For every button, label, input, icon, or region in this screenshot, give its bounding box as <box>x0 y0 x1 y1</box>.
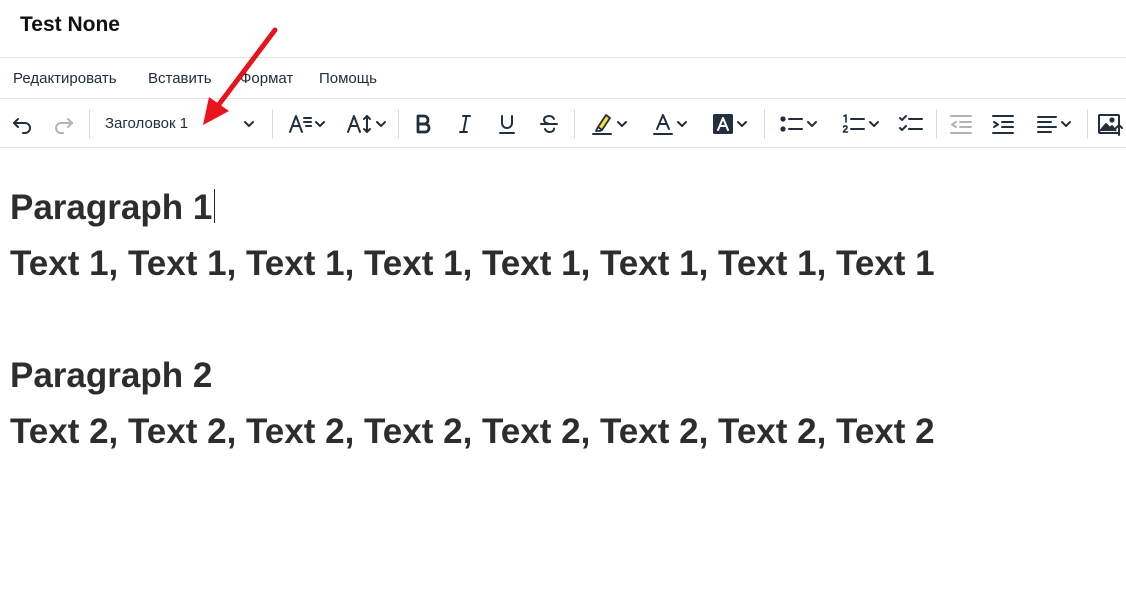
strikethrough-button[interactable] <box>532 108 566 140</box>
menu-help[interactable]: Помощь <box>319 70 377 87</box>
highlight-color-icon <box>592 114 612 135</box>
align-button[interactable] <box>1028 108 1080 140</box>
text-color-button[interactable] <box>644 108 696 140</box>
image-icon <box>1098 114 1123 136</box>
bullet-list-icon <box>780 116 803 132</box>
bullet-list-button[interactable] <box>772 108 826 140</box>
menubar: Редактировать Вставить Формат Помощь <box>0 59 1126 99</box>
chevron-down-icon <box>376 121 386 127</box>
font-family-button[interactable] <box>280 108 334 140</box>
chevron-down-icon <box>677 121 687 127</box>
chevron-down-icon <box>737 121 747 127</box>
heading-paragraph-1[interactable]: Paragraph 1 <box>10 188 216 228</box>
font-size-icon <box>347 115 371 133</box>
toolbar: Заголовок 1 <box>0 100 1126 148</box>
checklist-icon <box>899 115 923 131</box>
align-icon <box>1037 116 1057 133</box>
highlight-color-button[interactable] <box>582 108 636 140</box>
editor-content[interactable]: Paragraph 1 Text 1, Text 1, Text 1, Text… <box>0 149 1126 590</box>
toolbar-separator <box>764 109 765 139</box>
title-bar: Test None <box>0 0 1126 58</box>
toolbar-separator <box>936 109 937 139</box>
toolbar-separator <box>1087 109 1088 139</box>
font-family-icon <box>289 115 312 133</box>
font-size-button[interactable] <box>340 108 394 140</box>
text-color-icon <box>653 114 673 135</box>
insert-image-button[interactable] <box>1094 108 1126 140</box>
redo-button[interactable] <box>48 108 80 140</box>
toolbar-separator <box>89 109 90 139</box>
redo-icon <box>55 118 73 134</box>
checklist-button[interactable] <box>894 108 928 140</box>
text-paragraph-1[interactable]: Text 1, Text 1, Text 1, Text 1, Text 1, … <box>10 244 935 284</box>
chevron-down-icon <box>315 121 325 127</box>
toolbar-separator <box>398 109 399 139</box>
outdent-button[interactable] <box>944 108 978 140</box>
bold-icon <box>416 114 431 134</box>
indent-icon <box>992 115 1014 134</box>
chevron-down-icon <box>617 121 627 127</box>
chevron-down-icon <box>1061 121 1071 127</box>
menu-edit[interactable]: Редактировать <box>13 70 117 87</box>
italic-button[interactable] <box>448 108 482 140</box>
undo-button[interactable] <box>6 108 38 140</box>
chevron-down-icon <box>807 121 817 127</box>
italic-icon <box>459 115 471 133</box>
document-title: Test None <box>20 13 120 36</box>
toolbar-separator <box>574 109 575 139</box>
block-format-value: Заголовок 1 <box>105 115 189 132</box>
heading-paragraph-2[interactable]: Paragraph 2 <box>10 356 212 396</box>
undo-icon <box>13 118 31 134</box>
text-paragraph-2[interactable]: Text 2, Text 2, Text 2, Text 2, Text 2, … <box>10 412 935 452</box>
underline-icon <box>499 115 515 134</box>
outdent-icon <box>950 115 972 134</box>
bold-button[interactable] <box>406 108 440 140</box>
strikethrough-icon <box>540 114 558 134</box>
heading-1-text: Paragraph 1 <box>10 188 213 227</box>
annotation-arrow-icon <box>203 27 278 125</box>
numbered-list-button[interactable] <box>834 108 888 140</box>
underline-button[interactable] <box>490 108 524 140</box>
numbered-list-icon <box>842 114 865 133</box>
text-caret <box>214 189 216 223</box>
background-color-icon <box>713 114 733 134</box>
background-color-button[interactable] <box>704 108 756 140</box>
indent-button[interactable] <box>986 108 1020 140</box>
chevron-down-icon <box>869 121 879 127</box>
